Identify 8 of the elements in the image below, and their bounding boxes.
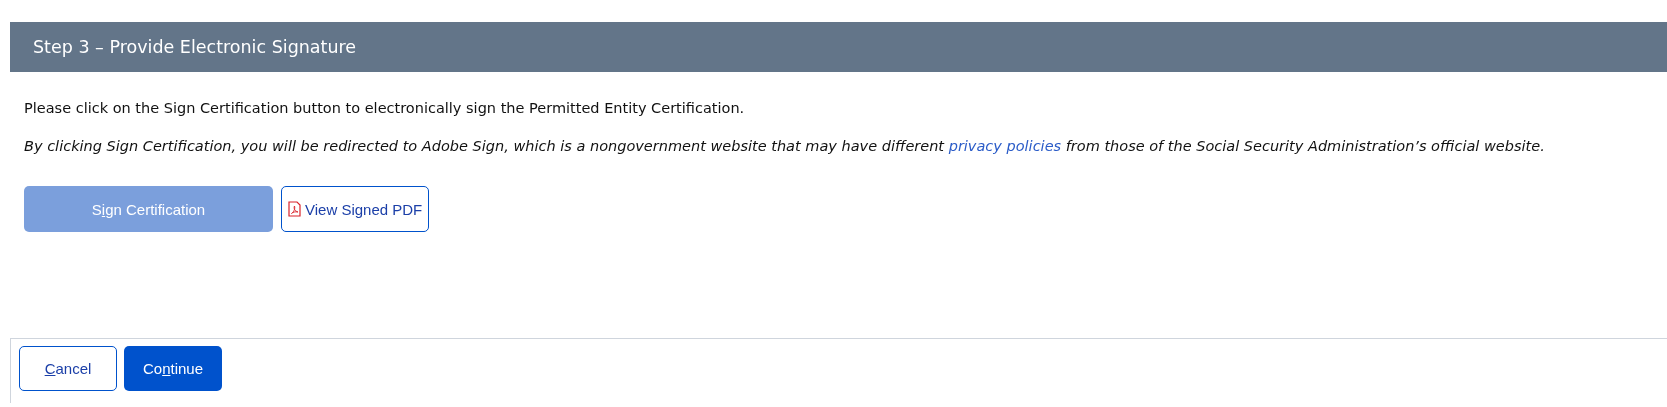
view-pdf-button[interactable]: View Signed PDF [281, 186, 430, 232]
cancel-button[interactable]: Cancel [19, 346, 117, 391]
notice-text: By clicking Sign Certification, you will be redirected to Adobe Sign, which is a nongovernment website that may have different privacy policies from those of the Social Security Administration’s official website. [24, 138, 1546, 154]
section-title: Step 3 – Provide Electronic Signature [33, 37, 357, 57]
instruction-text: Please click on the Sign Certification button to electronically sign the Permitted Entity Certification. [24, 100, 746, 116]
pdf-icon [288, 201, 301, 217]
privacy-policies-link[interactable]: privacy policies [948, 138, 1062, 154]
continue-button[interactable]: Continue [124, 346, 222, 391]
